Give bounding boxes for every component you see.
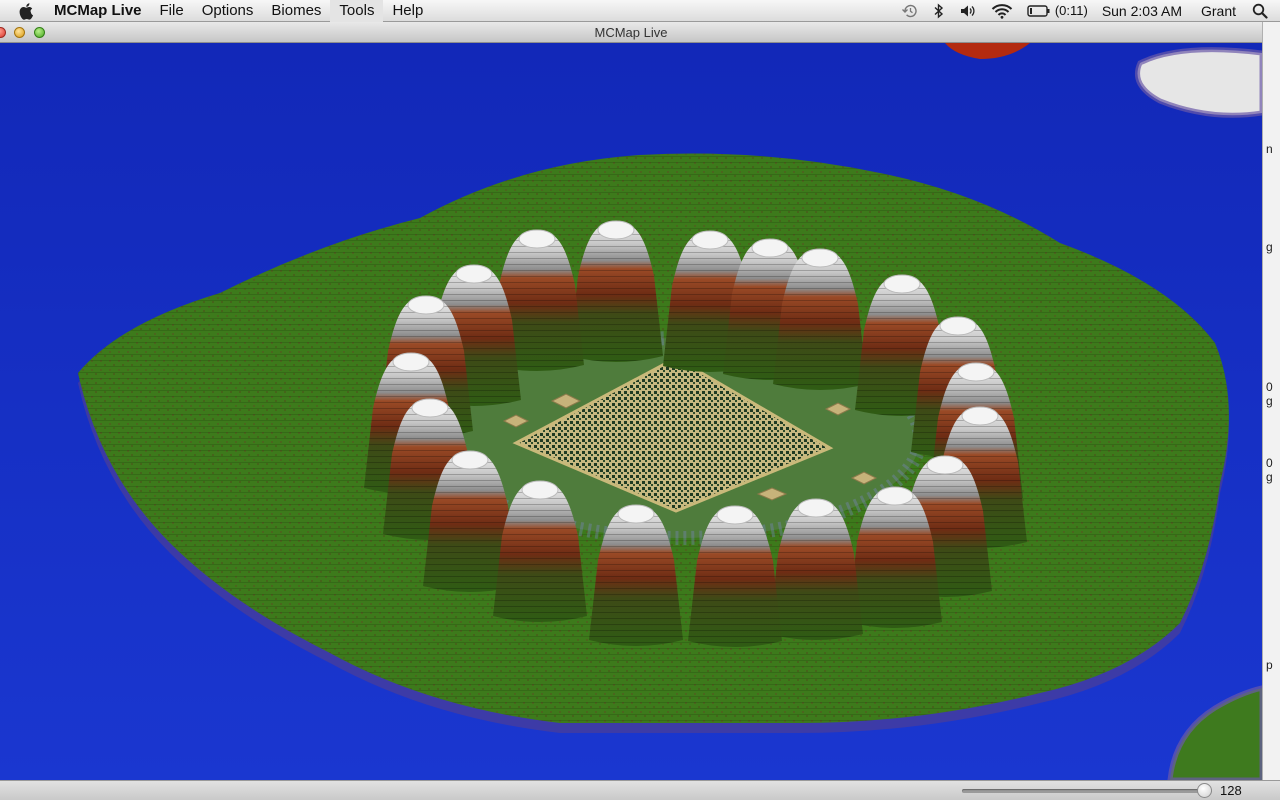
menu-tools[interactable]: Tools bbox=[330, 0, 384, 22]
edge-text: 0 bbox=[1266, 380, 1273, 394]
background-window-edge: n g 0 g 0 g p bbox=[1262, 22, 1280, 780]
edge-text: 0 bbox=[1266, 456, 1273, 470]
clock[interactable]: Sun 2:03 AM bbox=[1095, 0, 1189, 22]
zoom-slider[interactable] bbox=[962, 783, 1212, 798]
apple-icon bbox=[19, 2, 33, 20]
volume-menu[interactable] bbox=[952, 0, 984, 22]
zoom-bar: 128 bbox=[0, 780, 1280, 800]
zoom-slider-knob[interactable] bbox=[1197, 783, 1212, 798]
menu-options[interactable]: Options bbox=[193, 0, 263, 22]
menu-help[interactable]: Help bbox=[383, 0, 432, 22]
spotlight-menu[interactable] bbox=[1248, 0, 1280, 22]
edge-text: n bbox=[1266, 142, 1273, 156]
menu-biomes[interactable]: Biomes bbox=[262, 0, 330, 22]
battery-menu[interactable]: (0:11) bbox=[1020, 0, 1095, 22]
wifi-menu[interactable] bbox=[984, 0, 1020, 22]
time-machine-menu[interactable] bbox=[894, 0, 926, 22]
time-machine-icon bbox=[901, 4, 917, 17]
app-menu[interactable]: MCMap Live bbox=[54, 0, 151, 22]
volume-icon bbox=[960, 5, 975, 16]
edge-text: g bbox=[1266, 394, 1273, 408]
map-view[interactable] bbox=[0, 43, 1262, 780]
apple-menu[interactable] bbox=[0, 0, 54, 22]
battery-icon bbox=[1027, 4, 1050, 17]
map-render bbox=[0, 43, 1262, 780]
zoom-value: 128 bbox=[1220, 783, 1242, 798]
map-window: MCMap Live bbox=[0, 22, 1262, 780]
status-menus: (0:11) Sun 2:03 AM Grant bbox=[894, 0, 1280, 22]
battery-time: (0:11) bbox=[1054, 3, 1088, 18]
wifi-icon bbox=[991, 3, 1013, 19]
menu-bar: MCMap Live File Options Biomes Tools Hel… bbox=[0, 0, 1280, 22]
bluetooth-menu[interactable] bbox=[926, 0, 952, 22]
user-menu[interactable]: Grant bbox=[1189, 0, 1248, 22]
edge-text: p bbox=[1266, 658, 1273, 672]
menu-file[interactable]: File bbox=[151, 0, 193, 22]
edge-text: g bbox=[1266, 470, 1273, 484]
bluetooth-icon bbox=[934, 2, 943, 19]
spotlight-icon bbox=[1252, 3, 1268, 19]
edge-text: g bbox=[1266, 240, 1273, 254]
window-title: MCMap Live bbox=[594, 25, 668, 40]
window-titlebar[interactable]: MCMap Live bbox=[0, 22, 1262, 43]
